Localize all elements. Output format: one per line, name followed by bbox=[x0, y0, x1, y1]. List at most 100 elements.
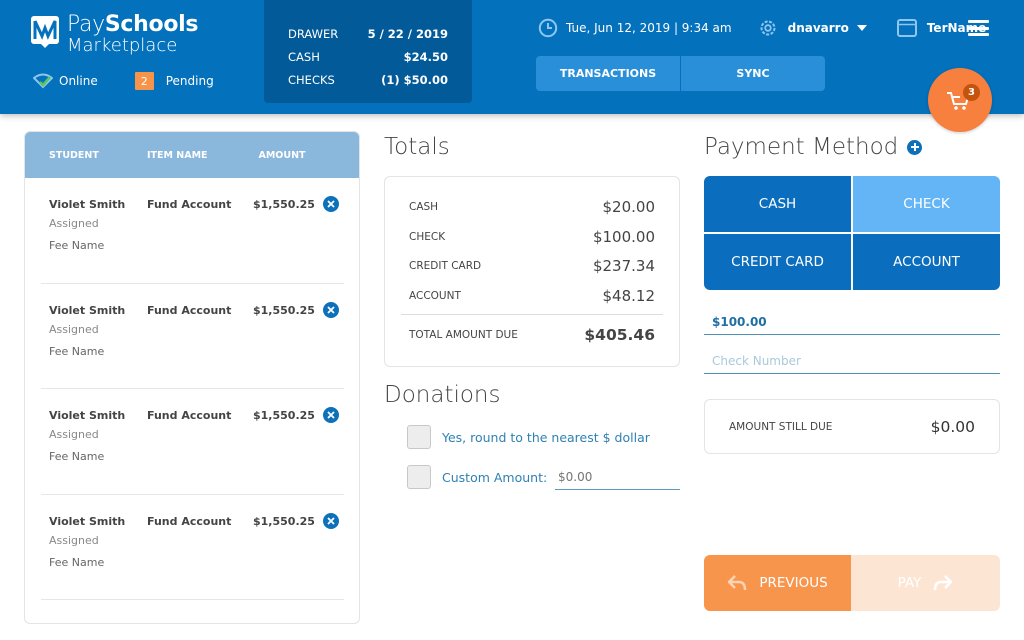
column-header-amount: AMOUNT bbox=[258, 149, 306, 161]
student-status: Assigned bbox=[49, 217, 99, 230]
clock-icon bbox=[538, 18, 558, 38]
payment-method-check[interactable]: CHECK bbox=[853, 176, 1000, 232]
round-up-label[interactable]: Yes, round to the nearest $ dollar bbox=[442, 430, 650, 445]
connection-status-row: Online 2 Pending bbox=[33, 72, 214, 90]
pending-count-badge: 2 bbox=[134, 72, 154, 90]
totals-label: CASH bbox=[409, 201, 439, 213]
remove-item-button[interactable] bbox=[323, 512, 339, 529]
donations-heading: Donations bbox=[384, 382, 501, 408]
hamburger-menu-icon[interactable] bbox=[968, 20, 989, 36]
previous-button[interactable]: PREVIOUS bbox=[704, 555, 851, 611]
pending-label: Pending bbox=[165, 74, 214, 88]
totals-value: $20.00 bbox=[602, 198, 656, 216]
custom-amount-checkbox[interactable] bbox=[407, 465, 431, 489]
logo-mark-icon bbox=[31, 16, 59, 48]
drawer-row-checks: CHECKS (1) $50.00 bbox=[288, 68, 448, 91]
custom-amount-input[interactable] bbox=[555, 465, 680, 490]
item-name: Fund Account bbox=[147, 514, 232, 528]
drawer-label: DRAWER bbox=[288, 26, 339, 41]
totals-heading: Totals bbox=[384, 134, 450, 160]
online-status: Online bbox=[33, 73, 98, 89]
payment-method-cash[interactable]: CASH bbox=[704, 176, 851, 232]
still-due-label: AMOUNT STILL DUE bbox=[729, 420, 833, 433]
remove-item-button[interactable] bbox=[323, 407, 339, 423]
username: dnavarro bbox=[787, 21, 849, 35]
remove-item-button[interactable] bbox=[323, 301, 339, 318]
totals-row-credit-card: CREDIT CARD $237.34 bbox=[409, 255, 655, 277]
cart-items-table: STUDENT ITEM NAME AMOUNT Violet Smith As… bbox=[24, 131, 360, 624]
totals-label: ACCOUNT bbox=[409, 290, 461, 302]
drawer-value: $24.50 bbox=[403, 49, 448, 64]
top-info-bar: Tue, Jun 12, 2019 | 9:34 am dnavarro Ter… bbox=[538, 17, 986, 39]
table-row: Violet Smith Assigned Fee Name Fund Acco… bbox=[41, 389, 344, 495]
cart-button[interactable]: 3 bbox=[928, 68, 992, 132]
payment-method-title: Payment Method bbox=[704, 134, 899, 160]
student-status: Assigned bbox=[49, 533, 99, 547]
wifi-check-icon bbox=[33, 73, 53, 89]
cart-count-badge: 3 bbox=[963, 84, 980, 101]
close-icon bbox=[327, 516, 335, 525]
terminal-window-icon bbox=[896, 19, 917, 37]
drawer-label: CHECKS bbox=[288, 72, 335, 87]
totals-value: $100.00 bbox=[592, 228, 655, 246]
fee-name: Fee Name bbox=[49, 555, 105, 569]
add-payment-plus-icon[interactable] bbox=[907, 139, 923, 155]
item-amount: $1,550.25 bbox=[253, 514, 315, 528]
amount-still-due-card: AMOUNT STILL DUE $0.00 bbox=[704, 399, 1000, 454]
previous-label: PREVIOUS bbox=[759, 575, 828, 591]
item-name: Fund Account bbox=[147, 303, 232, 317]
payment-method-account[interactable]: ACCOUNT bbox=[853, 234, 1000, 290]
check-number-input[interactable] bbox=[704, 348, 1000, 374]
totals-card: CASH $20.00 CHECK $100.00 CREDIT CARD $2… bbox=[384, 176, 680, 367]
student-status: Assigned bbox=[49, 322, 99, 336]
totals-row-account: ACCOUNT $48.12 bbox=[409, 285, 655, 307]
round-up-checkbox[interactable] bbox=[407, 425, 431, 449]
gear-icon bbox=[760, 20, 776, 36]
drawer-value: 5 / 22 / 2019 bbox=[367, 26, 448, 41]
datetime-text: Tue, Jun 12, 2019 | 9:34 am bbox=[566, 21, 732, 35]
total-due-value: $405.46 bbox=[584, 326, 655, 344]
navigation-buttons: PREVIOUS PAY bbox=[704, 555, 1000, 611]
tab-sync[interactable]: SYNC bbox=[681, 56, 825, 91]
student-status: Assigned bbox=[49, 428, 99, 441]
totals-row-total-due: TOTAL AMOUNT DUE $405.46 bbox=[409, 324, 655, 346]
payment-method-credit-card[interactable]: CREDIT CARD bbox=[704, 234, 851, 290]
pay-button[interactable]: PAY bbox=[851, 555, 1000, 611]
header-tabs: TRANSACTIONS SYNC bbox=[536, 56, 825, 91]
item-name: Fund Account bbox=[147, 198, 232, 211]
drawer-row-date: DRAWER 5 / 22 / 2019 bbox=[288, 22, 448, 45]
drawer-row-cash: CASH $24.50 bbox=[288, 45, 448, 68]
custom-amount-label[interactable]: Custom Amount: bbox=[442, 470, 547, 485]
pay-label: PAY bbox=[897, 575, 922, 591]
tab-transactions[interactable]: TRANSACTIONS bbox=[536, 56, 680, 91]
chevron-down-icon bbox=[856, 25, 867, 31]
pending-status[interactable]: 2 Pending bbox=[134, 72, 214, 90]
item-amount: $1,550.25 bbox=[253, 198, 315, 211]
brand-pay: Pay bbox=[67, 12, 105, 37]
totals-label: CREDIT CARD bbox=[409, 260, 482, 272]
totals-row-cash: CASH $20.00 bbox=[409, 196, 655, 218]
still-due-value: $0.00 bbox=[930, 417, 975, 436]
datetime-display: Tue, Jun 12, 2019 | 9:34 am bbox=[538, 18, 732, 38]
custom-amount-option: Custom Amount: bbox=[407, 465, 547, 489]
fee-name: Fee Name bbox=[49, 344, 105, 358]
payschools-logo[interactable]: PaySchools Marketplace bbox=[31, 12, 199, 55]
payment-method-heading: Payment Method bbox=[704, 134, 923, 160]
student-name: Violet Smith bbox=[49, 514, 126, 528]
payment-method-selector: CASH CHECK CREDIT CARD ACCOUNT bbox=[704, 176, 1000, 290]
drawer-value: (1) $50.00 bbox=[381, 72, 448, 87]
close-icon bbox=[327, 411, 335, 419]
remove-item-button[interactable] bbox=[323, 196, 339, 212]
user-menu[interactable]: dnavarro bbox=[758, 18, 867, 38]
online-label: Online bbox=[59, 74, 98, 88]
close-icon bbox=[327, 305, 335, 314]
table-row: Violet Smith Assigned Fee Name Fund Acco… bbox=[41, 495, 344, 600]
student-name: Violet Smith bbox=[49, 409, 126, 422]
item-name: Fund Account bbox=[147, 409, 232, 422]
brand-schools: Schools bbox=[104, 12, 199, 37]
payment-amount-input[interactable] bbox=[704, 309, 1000, 335]
reply-arrow-left-icon bbox=[728, 575, 747, 591]
fee-name: Fee Name bbox=[49, 450, 105, 463]
drawer-label: CASH bbox=[288, 49, 320, 64]
student-name: Violet Smith bbox=[49, 198, 126, 211]
